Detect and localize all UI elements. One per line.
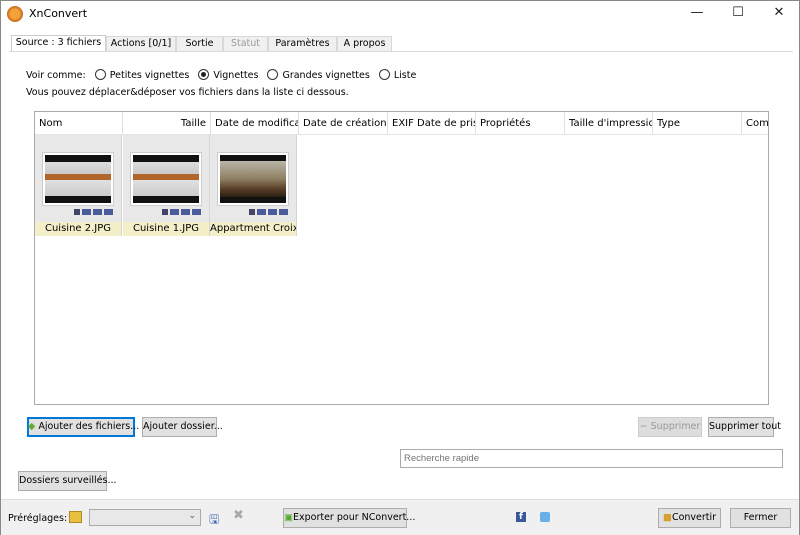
radio-small-thumbnails[interactable] [94, 69, 106, 80]
column-exif-date[interactable]: EXIF Date de pris [388, 112, 476, 135]
remove-button[interactable]: − Supprimer [638, 417, 702, 437]
file-item[interactable]: Cuisine 1.JPG [123, 135, 210, 236]
export-nconvert-button[interactable]: ▣Exporter pour NConvert... [283, 508, 415, 528]
tab-settings[interactable]: Paramètres [268, 36, 337, 51]
tab-actions[interactable]: Actions [0/1] [106, 36, 176, 51]
file-item[interactable]: Appartment Croix... [210, 135, 297, 236]
column-created[interactable]: Date de création [299, 112, 388, 135]
close-button[interactable]: Fermer [730, 508, 791, 528]
window-title: XnConvert [29, 7, 88, 20]
save-icon[interactable]: 🖫 [209, 510, 219, 531]
minimize-button[interactable]: — [682, 5, 712, 23]
add-files-button[interactable]: ◆ Ajouter des fichiers... [27, 417, 139, 437]
view-mode-group: Voir comme: Petites vignettes Vignettes … [26, 69, 416, 81]
facebook-icon[interactable]: f [516, 512, 526, 522]
metadata-badges-icon [74, 209, 113, 215]
column-print-size[interactable]: Taille d'impressio [565, 112, 653, 135]
remove-all-button[interactable]: Supprimer tout [708, 417, 781, 437]
close-window-button[interactable]: ✕ [764, 5, 794, 23]
chevron-down-icon: ⌄ [188, 511, 196, 521]
file-list[interactable]: Nom Taille Date de modifica Date de créa… [34, 111, 769, 405]
radio-list[interactable] [378, 69, 390, 80]
column-size[interactable]: Taille [123, 112, 211, 135]
tab-source[interactable]: Source : 3 fichiers [11, 35, 106, 51]
file-item[interactable]: Cuisine 2.JPG [35, 135, 122, 236]
column-properties[interactable]: Propriétés [476, 112, 565, 135]
export-icon: ▣ [284, 512, 293, 523]
minus-icon: − [639, 421, 648, 432]
presets-label: Préréglages: [8, 513, 68, 524]
radio-label: Vignettes [213, 70, 259, 81]
button-label: Exporter pour NConvert... [292, 512, 416, 523]
app-logo-icon [7, 6, 23, 22]
file-name: Appartment Croix... [210, 222, 296, 236]
thumbnail [217, 152, 289, 206]
title-bar: XnConvert — ☐ ✕ [1, 1, 799, 27]
radio-label: Petites vignettes [109, 70, 190, 81]
tab-output[interactable]: Sortie [176, 36, 223, 51]
drag-drop-hint: Vous pouvez déplacer&déposer vos fichier… [26, 87, 349, 98]
watched-folders-button[interactable]: Dossiers surveillés... [18, 471, 117, 491]
view-mode-label: Voir comme: [26, 70, 86, 81]
column-comment[interactable]: Com [742, 112, 768, 135]
radio-thumbnails[interactable] [198, 69, 210, 80]
metadata-badges-icon [162, 209, 201, 215]
button-label: Ajouter des fichiers... [38, 421, 140, 432]
delete-icon[interactable]: ✖ [233, 508, 244, 523]
add-icon: ◆ [28, 421, 36, 432]
tab-about[interactable]: A propos [337, 36, 392, 51]
button-label: Convertir [671, 512, 717, 523]
button-label: Supprimer [650, 421, 701, 432]
maximize-button[interactable]: ☐ [723, 5, 753, 23]
column-type[interactable]: Type [653, 112, 742, 135]
thumbnail [42, 152, 114, 206]
metadata-badges-icon [249, 209, 288, 215]
presets-dropdown[interactable]: ⌄ [89, 509, 201, 526]
radio-label: Liste [393, 70, 417, 81]
column-modified[interactable]: Date de modifica [211, 112, 299, 135]
convert-button[interactable]: ■Convertir [658, 508, 721, 528]
radio-label: Grandes vignettes [282, 70, 370, 81]
tab-status[interactable]: Statut [223, 36, 268, 51]
column-name[interactable]: Nom [35, 112, 123, 135]
file-name: Cuisine 1.JPG [123, 222, 209, 236]
quick-search-input[interactable] [400, 449, 783, 468]
file-name: Cuisine 2.JPG [35, 222, 121, 236]
open-folder-icon[interactable] [69, 511, 82, 523]
convert-icon: ■ [662, 512, 672, 523]
radio-large-thumbnails[interactable] [267, 69, 279, 80]
twitter-icon[interactable] [540, 512, 550, 522]
thumbnail [130, 152, 202, 206]
add-folder-button[interactable]: Ajouter dossier... [142, 417, 223, 437]
